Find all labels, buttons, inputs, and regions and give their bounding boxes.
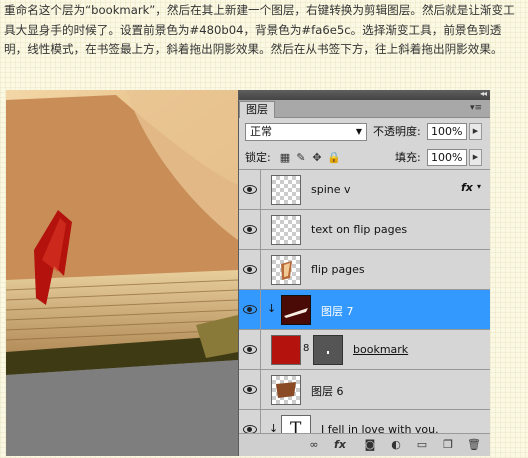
eye-icon[interactable] xyxy=(243,185,257,194)
layer-thumbnail xyxy=(271,335,301,365)
link-icon[interactable]: ∞ xyxy=(307,438,321,452)
layer-thumbnail xyxy=(271,175,301,205)
text-layer-thumbnail: T xyxy=(281,415,311,433)
tab-layers[interactable]: 图层 xyxy=(239,101,275,118)
visibility-toggle[interactable] xyxy=(239,250,261,290)
layer-row-spine-v[interactable]: spine v fx ▾ xyxy=(239,170,490,210)
layer-list: spine v fx ▾ text on flip pages flip pag… xyxy=(239,170,490,433)
folder-icon[interactable]: ▭ xyxy=(415,438,429,452)
move-lock-icon[interactable]: ✥ xyxy=(311,152,323,164)
eye-icon[interactable] xyxy=(243,305,257,314)
mask-link-icon[interactable]: 8 xyxy=(303,343,309,354)
panel-collapse-strip[interactable]: ◂◂ xyxy=(239,90,490,100)
layer-name[interactable]: spine v xyxy=(311,183,351,196)
dropdown-caret-icon: ▼ xyxy=(355,127,362,136)
text-type-icon: T xyxy=(290,419,302,433)
panel-menu-icon[interactable]: ▾≡ xyxy=(468,103,484,114)
fx-icon[interactable]: fx xyxy=(333,438,347,452)
lock-fill-row: 锁定: ▦ ✎ ✥ 🔒 填充: 100% ▶ xyxy=(239,148,490,170)
visibility-toggle[interactable] xyxy=(239,330,261,370)
layers-panel: ◂◂ 图层 ▾≡ 正常 ▼ 不透明度: 100% ▶ 锁定: ▦ ✎ ✥ 🔒 填… xyxy=(238,90,490,456)
blend-mode-select[interactable]: 正常 ▼ xyxy=(245,123,367,141)
transparency-lock-icon[interactable]: ▦ xyxy=(279,152,291,164)
pages-thumb-art xyxy=(281,261,292,280)
clipping-arrow-icon: ↓ xyxy=(269,422,279,433)
layer-row-layer-6[interactable]: 图层 6 xyxy=(239,370,490,410)
book-canvas-artwork xyxy=(6,90,238,456)
layers-panel-footer: ∞ fx ◙ ◐ ▭ ❐ 🗑 xyxy=(239,433,490,456)
trash-icon[interactable]: 🗑 xyxy=(467,438,481,452)
gradient-thumb-art xyxy=(284,308,308,318)
opacity-label: 不透明度: xyxy=(373,125,421,138)
blend-mode-value: 正常 xyxy=(250,125,272,138)
layer-row-text-on-flip-pages[interactable]: text on flip pages xyxy=(239,210,490,250)
new-layer-icon[interactable]: ❐ xyxy=(441,438,455,452)
eye-icon[interactable] xyxy=(243,385,257,394)
visibility-toggle[interactable] xyxy=(239,210,261,250)
padlock-icon[interactable]: 🔒 xyxy=(327,152,341,164)
panel-tab-bar: 图层 ▾≡ xyxy=(239,100,490,118)
visibility-toggle[interactable] xyxy=(239,410,261,433)
layer-name[interactable]: bookmark xyxy=(353,343,408,356)
layer-thumbnail xyxy=(271,215,301,245)
eye-icon[interactable] xyxy=(243,265,257,274)
layer-name[interactable]: 图层 6 xyxy=(311,383,344,399)
layer-name[interactable]: text on flip pages xyxy=(311,223,407,236)
mask-icon[interactable]: ◙ xyxy=(363,438,377,452)
layer-mask-thumbnail[interactable] xyxy=(313,335,343,365)
fill-slider-arrow-icon[interactable]: ▶ xyxy=(469,149,482,166)
clipping-arrow-icon: ↓ xyxy=(267,302,277,315)
layer-row-text-layer[interactable]: ↓ T I fell in love with you. xyxy=(239,410,490,433)
tutorial-paragraph: 重命名这个层为“bookmark”，然后在其上新建一个图层，右键转换为剪辑图层。… xyxy=(4,3,515,56)
opacity-slider-arrow-icon[interactable]: ▶ xyxy=(469,123,482,140)
collapse-icon[interactable]: ◂◂ xyxy=(480,90,487,98)
layer-name[interactable]: 图层 7 xyxy=(321,303,354,319)
opacity-input[interactable]: 100% xyxy=(427,123,467,140)
eye-icon[interactable] xyxy=(243,225,257,234)
fx-badge-icon[interactable]: fx xyxy=(461,181,473,194)
visibility-toggle[interactable] xyxy=(239,170,261,210)
expand-effects-icon[interactable]: ▾ xyxy=(477,182,481,191)
lock-label: 锁定: xyxy=(245,151,271,164)
blend-opacity-row: 正常 ▼ 不透明度: 100% ▶ xyxy=(239,121,490,143)
layer-row-layer-7[interactable]: ↓ 图层 7 xyxy=(239,290,490,330)
layer-thumbnail xyxy=(281,295,311,325)
book-thumb-art xyxy=(276,382,296,398)
layer-thumbnail xyxy=(271,375,301,405)
layer-name[interactable]: I fell in love with you. xyxy=(321,423,439,433)
fill-input[interactable]: 100% xyxy=(427,149,467,166)
eye-icon[interactable] xyxy=(243,345,257,354)
fill-label: 填充: xyxy=(395,151,421,164)
layer-thumbnail xyxy=(271,255,301,285)
layer-row-flip-pages[interactable]: flip pages xyxy=(239,250,490,290)
visibility-toggle[interactable] xyxy=(239,290,261,330)
photoshop-screenshot: ◂◂ 图层 ▾≡ 正常 ▼ 不透明度: 100% ▶ 锁定: ▦ ✎ ✥ 🔒 填… xyxy=(6,90,490,456)
adjustment-icon[interactable]: ◐ xyxy=(389,438,403,452)
brush-lock-icon[interactable]: ✎ xyxy=(295,152,307,164)
eye-icon[interactable] xyxy=(243,425,257,433)
layer-name[interactable]: flip pages xyxy=(311,263,365,276)
visibility-toggle[interactable] xyxy=(239,370,261,410)
layer-row-bookmark[interactable]: 8 bookmark xyxy=(239,330,490,370)
mask-thumb-art xyxy=(327,351,329,354)
